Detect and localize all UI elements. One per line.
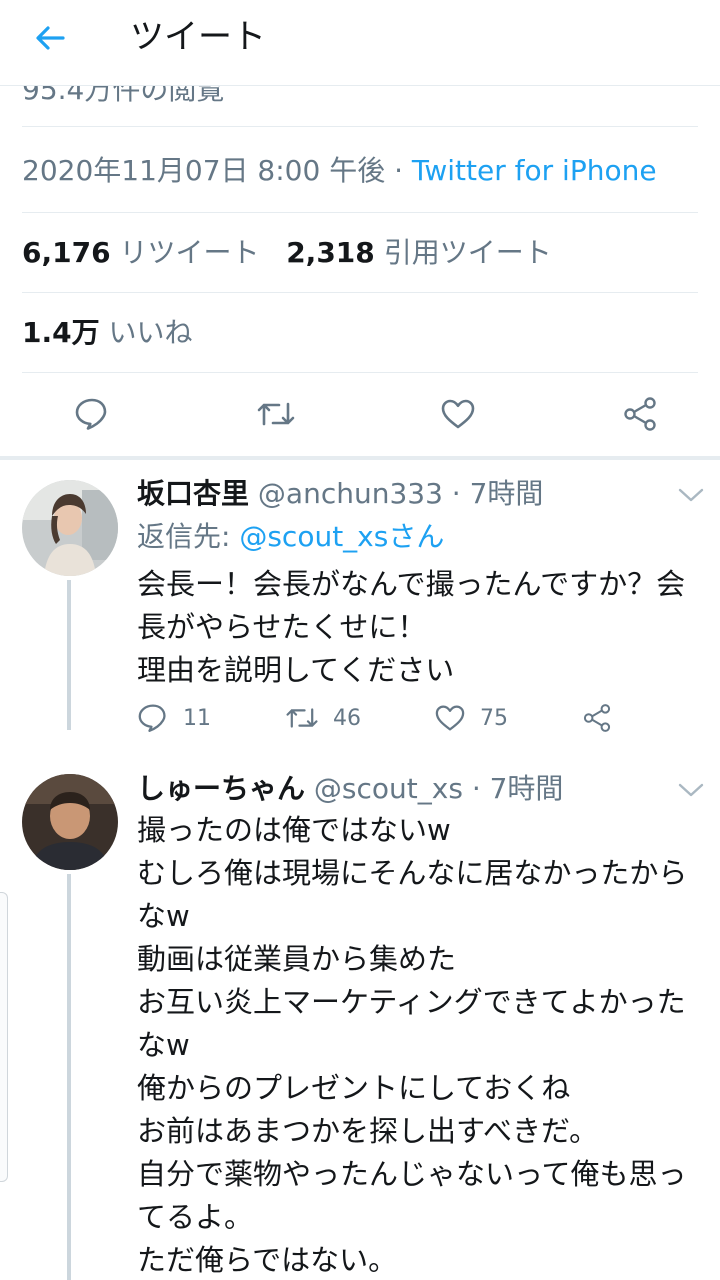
- tweet-line: 長がやらせたくせに！: [137, 610, 427, 644]
- share-icon: [583, 704, 611, 732]
- tweet-stats: 6,176 リツイート 2,318 引用ツイート: [22, 234, 552, 272]
- tweet-line: なw: [137, 1028, 190, 1062]
- quote-stat[interactable]: 2,318 引用ツイート: [286, 236, 552, 269]
- back-arrow-icon: [36, 26, 65, 50]
- tweet-line: お互い炎上マーケティングできてよかった: [137, 985, 686, 1019]
- reply-to: 返信先: @scout_xsさん: [137, 518, 444, 556]
- reply-action-reply[interactable]: 11: [137, 700, 211, 736]
- like-icon: [435, 705, 465, 731]
- like-count: 75: [480, 705, 508, 731]
- retweet-label: リツイート: [119, 236, 260, 269]
- share-button[interactable]: [618, 392, 662, 436]
- like-icon: [441, 399, 475, 429]
- back-button[interactable]: [30, 18, 70, 58]
- like-stat[interactable]: 1.4万 いいね: [22, 314, 193, 352]
- avatar[interactable]: [22, 480, 118, 576]
- scrollbar[interactable]: [0, 892, 8, 1182]
- tweet-line: 理由を説明してください: [137, 653, 455, 687]
- quote-label: 引用ツイート: [383, 236, 552, 269]
- tweet-line: なw: [137, 899, 190, 933]
- retweet-button[interactable]: [254, 392, 298, 436]
- display-name[interactable]: 坂口杏里: [137, 477, 249, 510]
- reply-count: 11: [183, 705, 211, 731]
- tweet-text: 撮ったのは俺ではないw むしろ俺は現場にそんなに居なかったから なw 動画は従業…: [137, 809, 707, 1280]
- reply-to-prefix: 返信先:: [137, 520, 240, 553]
- chevron-down-icon[interactable]: [676, 778, 706, 802]
- reply-header: しゅーちゃん @scout_xs · 7時間: [137, 770, 563, 808]
- retweet-count: 6,176: [22, 236, 111, 269]
- tweet-line: お前はあまつかを探し出すべきだ。: [137, 1114, 599, 1148]
- tweet-line: 撮ったのは俺ではないw: [137, 813, 451, 847]
- page-title: ツイート: [130, 17, 266, 57]
- reply-action-retweet[interactable]: 46: [285, 700, 361, 736]
- reply-icon: [138, 704, 166, 732]
- chevron-down-icon[interactable]: [676, 483, 706, 507]
- reply-header: 坂口杏里 @anchun333 · 7時間: [137, 475, 543, 513]
- tweet-line: 俺からのプレゼントにしておくね: [137, 1071, 571, 1105]
- divider: [22, 372, 698, 373]
- tweet-line: むしろ俺は現場にそんなに居なかったから: [137, 856, 688, 890]
- username-time: @scout_xs · 7時間: [313, 772, 564, 805]
- reply-button[interactable]: [70, 392, 114, 436]
- username-time: @anchun333 · 7時間: [257, 477, 544, 510]
- like-button[interactable]: [436, 392, 480, 436]
- tweet-line: ただ俺らではない。: [137, 1243, 398, 1277]
- tweet-meta: 2020年11月07日 8:00 午後 · Twitter for iPhone: [22, 152, 657, 190]
- avatar-photo: [22, 480, 118, 576]
- reply-mention-link[interactable]: @scout_xsさん: [239, 520, 444, 553]
- meta-separator: ·: [385, 154, 412, 187]
- divider: [22, 212, 698, 213]
- display-name[interactable]: しゅーちゃん: [137, 772, 305, 805]
- retweet-icon: [257, 402, 295, 426]
- avatar-photo: [22, 774, 118, 870]
- reply-action-share[interactable]: [582, 700, 612, 736]
- reply-action-like[interactable]: 75: [434, 700, 508, 736]
- reply-icon: [75, 398, 107, 430]
- divider: [22, 126, 698, 127]
- retweet-icon: [286, 708, 318, 728]
- avatar[interactable]: [22, 774, 118, 870]
- thread-line: [67, 874, 71, 1280]
- tweet-client-link[interactable]: Twitter for iPhone: [412, 154, 657, 187]
- tweet-line: 動画は従業員から集めた: [137, 942, 457, 976]
- tweet-text: 会長ー！会長がなんで撮ったんですか？会 長がやらせたくせに！ 理由を説明してくだ…: [137, 563, 707, 692]
- like-count: 1.4万: [22, 316, 100, 349]
- tweet-line: 会長ー！会長がなんで撮ったんですか？会: [137, 567, 686, 601]
- retweet-stat[interactable]: 6,176 リツイート: [22, 236, 260, 269]
- top-bar: ツイート: [0, 0, 720, 86]
- divider: [22, 292, 698, 293]
- section-separator: [0, 456, 720, 460]
- tweet-date: 2020年11月07日 8:00 午後: [22, 154, 386, 187]
- tweet-line: 自分で薬物やったんじゃないって俺も思っ: [137, 1157, 687, 1191]
- like-label: いいね: [108, 316, 193, 349]
- quote-count: 2,318: [286, 236, 375, 269]
- tweet-line: てるよ。: [137, 1200, 254, 1234]
- thread-line: [67, 580, 71, 730]
- share-icon: [624, 397, 656, 431]
- retweet-count: 46: [333, 705, 361, 731]
